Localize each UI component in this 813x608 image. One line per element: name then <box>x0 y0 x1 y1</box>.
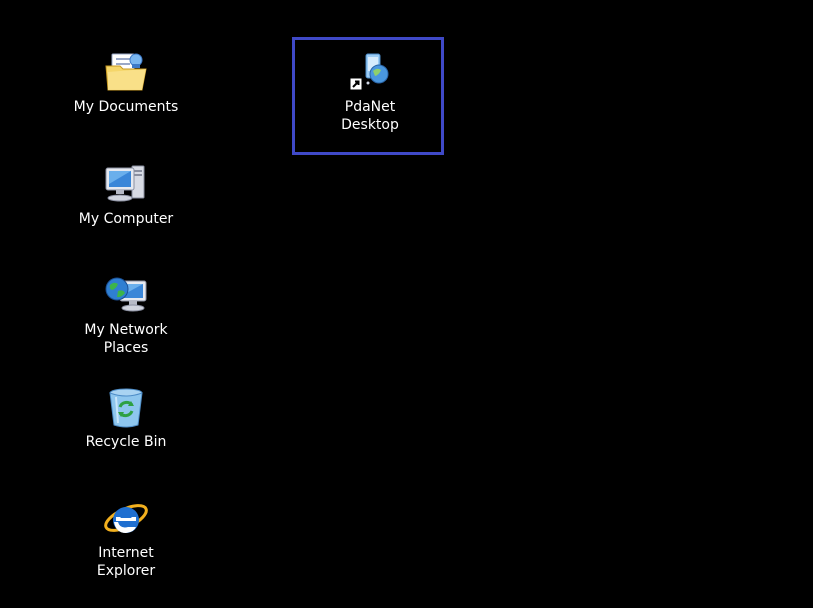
desktop-icon-label: My Network Places <box>84 322 168 356</box>
desktop-icon-label: My Documents <box>73 99 179 115</box>
desktop-icon-label: PdaNet Desktop <box>341 99 399 133</box>
desktop-icon-internet-explorer[interactable]: Internet Explorer <box>66 494 186 580</box>
desktop-icon-label: Internet Explorer <box>96 545 156 579</box>
desktop-icon-my-network-places[interactable]: My Network Places <box>66 271 186 357</box>
desktop-icon-pdanet-desktop[interactable]: PdaNet Desktop <box>310 48 430 134</box>
internet-explorer-icon[interactable] <box>102 494 150 542</box>
pdanet-shortcut-icon[interactable] <box>346 48 394 96</box>
desktop-icon-label: My Computer <box>78 211 174 227</box>
recycle-bin-icon[interactable] <box>102 383 150 431</box>
desktop-icon-recycle-bin[interactable]: Recycle Bin <box>66 383 186 451</box>
desktop-icon-my-computer[interactable]: My Computer <box>66 160 186 228</box>
computer-icon[interactable] <box>102 160 150 208</box>
folder-documents-icon[interactable] <box>102 48 150 96</box>
desktop-icon-label: Recycle Bin <box>85 434 167 450</box>
network-places-icon[interactable] <box>102 271 150 319</box>
desktop[interactable]: My Documents My Computer My Network Plac… <box>0 0 813 608</box>
desktop-icon-my-documents[interactable]: My Documents <box>66 48 186 116</box>
